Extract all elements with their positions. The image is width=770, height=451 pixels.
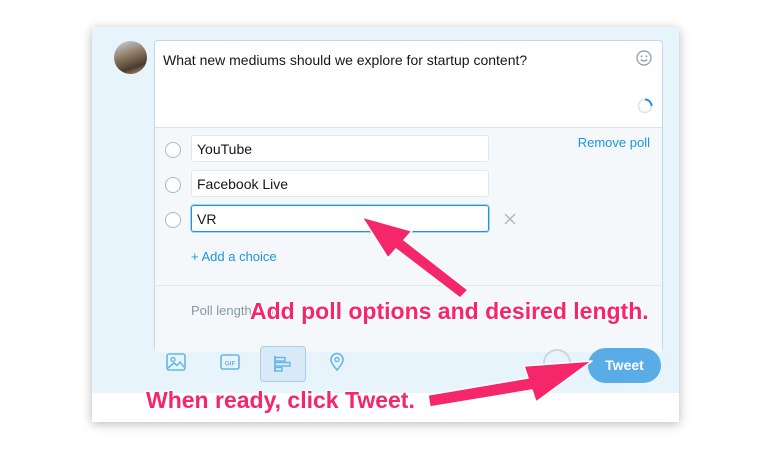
poll-callout-text: Add poll options and desired length. <box>250 298 649 324</box>
poll-arrow <box>361 216 469 299</box>
tweet-callout-text: When ready, click Tweet. <box>146 387 415 413</box>
tweet-arrow <box>427 360 593 408</box>
annotation-arrows <box>361 216 593 408</box>
